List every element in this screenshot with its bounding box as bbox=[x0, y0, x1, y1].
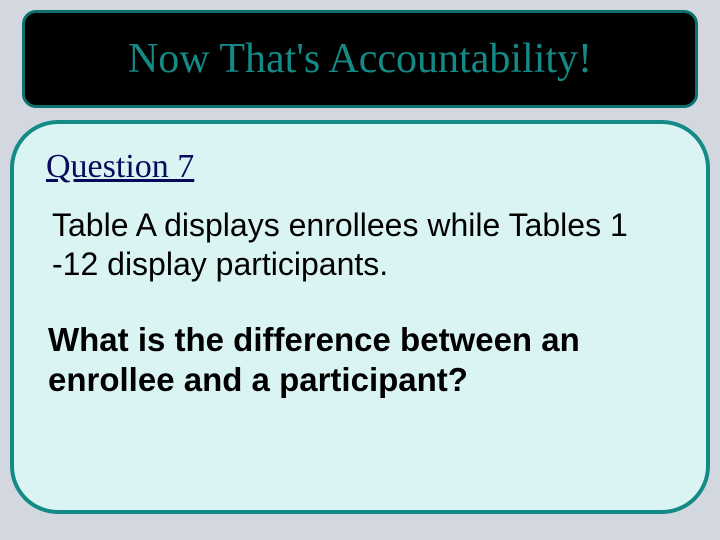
title-banner: Now That's Accountability! bbox=[22, 10, 698, 108]
slide-title: Now That's Accountability! bbox=[128, 35, 592, 83]
context-text: Table A displays enrollees while Tables … bbox=[46, 206, 674, 284]
question-number-label: Question 7 bbox=[46, 148, 674, 186]
question-prompt: What is the difference between an enroll… bbox=[46, 320, 674, 401]
content-panel: Question 7 Table A displays enrollees wh… bbox=[10, 120, 710, 514]
